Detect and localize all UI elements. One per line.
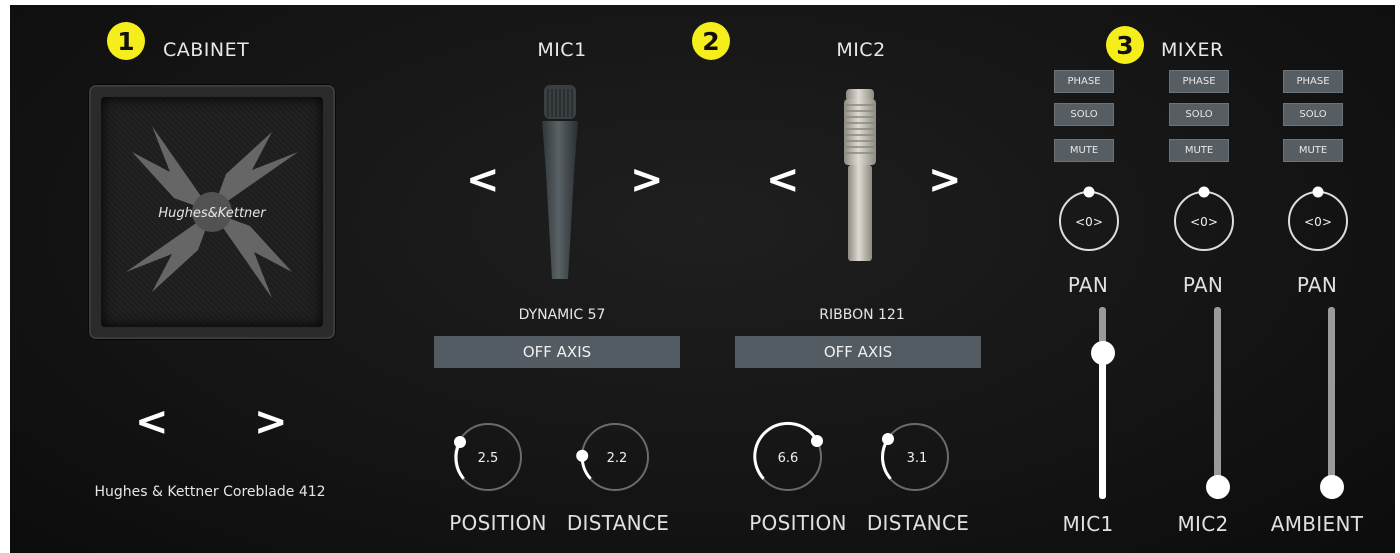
mic1-position-knob[interactable]: 2.5 bbox=[448, 417, 528, 497]
solo-button[interactable]: SOLO bbox=[1054, 103, 1114, 126]
pan-knob[interactable]: <0> bbox=[1054, 183, 1124, 253]
mic1-distance-knob[interactable]: 2.2 bbox=[575, 417, 655, 497]
mic2-next-button[interactable]: > bbox=[928, 160, 962, 200]
pan-knob[interactable]: <0> bbox=[1283, 183, 1353, 253]
cabinet-name: Hughes & Kettner Coreblade 412 bbox=[94, 484, 326, 500]
cabinet-next-button[interactable]: > bbox=[254, 402, 288, 442]
fader-thumb[interactable] bbox=[1091, 340, 1115, 365]
section-badge-3: 3 bbox=[1106, 26, 1144, 64]
mic1-position-value: 2.5 bbox=[478, 451, 499, 466]
cabinet-logo-text: Hughes&Kettner bbox=[158, 206, 267, 221]
mic1-title: MIC1 bbox=[537, 39, 587, 61]
fader-track[interactable] bbox=[1328, 307, 1335, 499]
mic2-distance-label: DISTANCE bbox=[866, 511, 970, 535]
phase-button[interactable]: PHASE bbox=[1054, 70, 1114, 93]
dynamic-mic-image bbox=[542, 85, 578, 279]
mic1-off-axis-button[interactable]: OFF AXIS bbox=[434, 336, 680, 368]
cabinet-prev-button[interactable]: < bbox=[135, 402, 169, 442]
plugin-window: 1 CABINET Hughes&Kettner < > Hughes & Ke… bbox=[10, 5, 1395, 553]
mute-button[interactable]: MUTE bbox=[1283, 139, 1343, 162]
solo-button[interactable]: SOLO bbox=[1169, 103, 1229, 126]
mic2-position-label: POSITION bbox=[749, 511, 847, 535]
pan-value: <0> bbox=[1075, 215, 1103, 229]
hughes-kettner-logo: Hughes&Kettner bbox=[126, 126, 298, 298]
fader-thumb[interactable] bbox=[1320, 475, 1344, 499]
pan-knob[interactable]: <0> bbox=[1169, 183, 1239, 253]
cabinet-title: CABINET bbox=[163, 39, 250, 61]
pan-value: <0> bbox=[1304, 215, 1332, 229]
fader-track[interactable] bbox=[1214, 307, 1221, 499]
channel-name: MIC2 bbox=[1177, 512, 1229, 536]
mic1-model: DYNAMIC 57 bbox=[518, 307, 606, 323]
pan-label: PAN bbox=[1182, 273, 1224, 297]
mic1-next-button[interactable]: > bbox=[630, 160, 664, 200]
channel-name: AMBIENT bbox=[1270, 512, 1364, 536]
mixer-channel-mic2: PHASE SOLO MUTE <0> PAN MIC2 bbox=[1168, 69, 1268, 553]
mic1-prev-button[interactable]: < bbox=[466, 160, 500, 200]
section-badge-1: 1 bbox=[107, 22, 145, 60]
mic1-distance-value: 2.2 bbox=[607, 451, 628, 466]
solo-button[interactable]: SOLO bbox=[1283, 103, 1343, 126]
cabinet-image: Hughes&Kettner bbox=[89, 85, 335, 339]
fader-fill bbox=[1099, 352, 1106, 499]
pan-label: PAN bbox=[1067, 273, 1109, 297]
phase-button[interactable]: PHASE bbox=[1283, 70, 1343, 93]
mic2-title: MIC2 bbox=[836, 39, 886, 61]
mute-button[interactable]: MUTE bbox=[1054, 139, 1114, 162]
channel-name: MIC1 bbox=[1062, 512, 1114, 536]
phase-button[interactable]: PHASE bbox=[1169, 70, 1229, 93]
mic2-position-value: 6.6 bbox=[778, 451, 799, 466]
fader-thumb[interactable] bbox=[1206, 475, 1230, 499]
mic1-distance-label: DISTANCE bbox=[566, 511, 670, 535]
mic2-off-axis-button[interactable]: OFF AXIS bbox=[735, 336, 981, 368]
mic2-model: RIBBON 121 bbox=[819, 307, 905, 323]
ribbon-mic-image bbox=[844, 89, 876, 261]
mic2-prev-button[interactable]: < bbox=[766, 160, 800, 200]
mixer-title: MIXER bbox=[1161, 39, 1224, 61]
section-badge-2: 2 bbox=[692, 22, 730, 60]
mic1-position-label: POSITION bbox=[449, 511, 547, 535]
mixer-channel-ambient: PHASE SOLO MUTE <0> PAN AMBIENT bbox=[1271, 69, 1382, 553]
mute-button[interactable]: MUTE bbox=[1169, 139, 1229, 162]
pan-label: PAN bbox=[1296, 273, 1338, 297]
mic2-distance-knob[interactable]: 3.1 bbox=[875, 417, 955, 497]
pan-value: <0> bbox=[1190, 215, 1218, 229]
mixer-channel-mic1: PHASE SOLO MUTE <0> PAN MIC1 bbox=[1053, 69, 1153, 553]
mic2-distance-value: 3.1 bbox=[907, 451, 928, 466]
mic2-position-knob[interactable]: 6.6 bbox=[748, 417, 828, 497]
